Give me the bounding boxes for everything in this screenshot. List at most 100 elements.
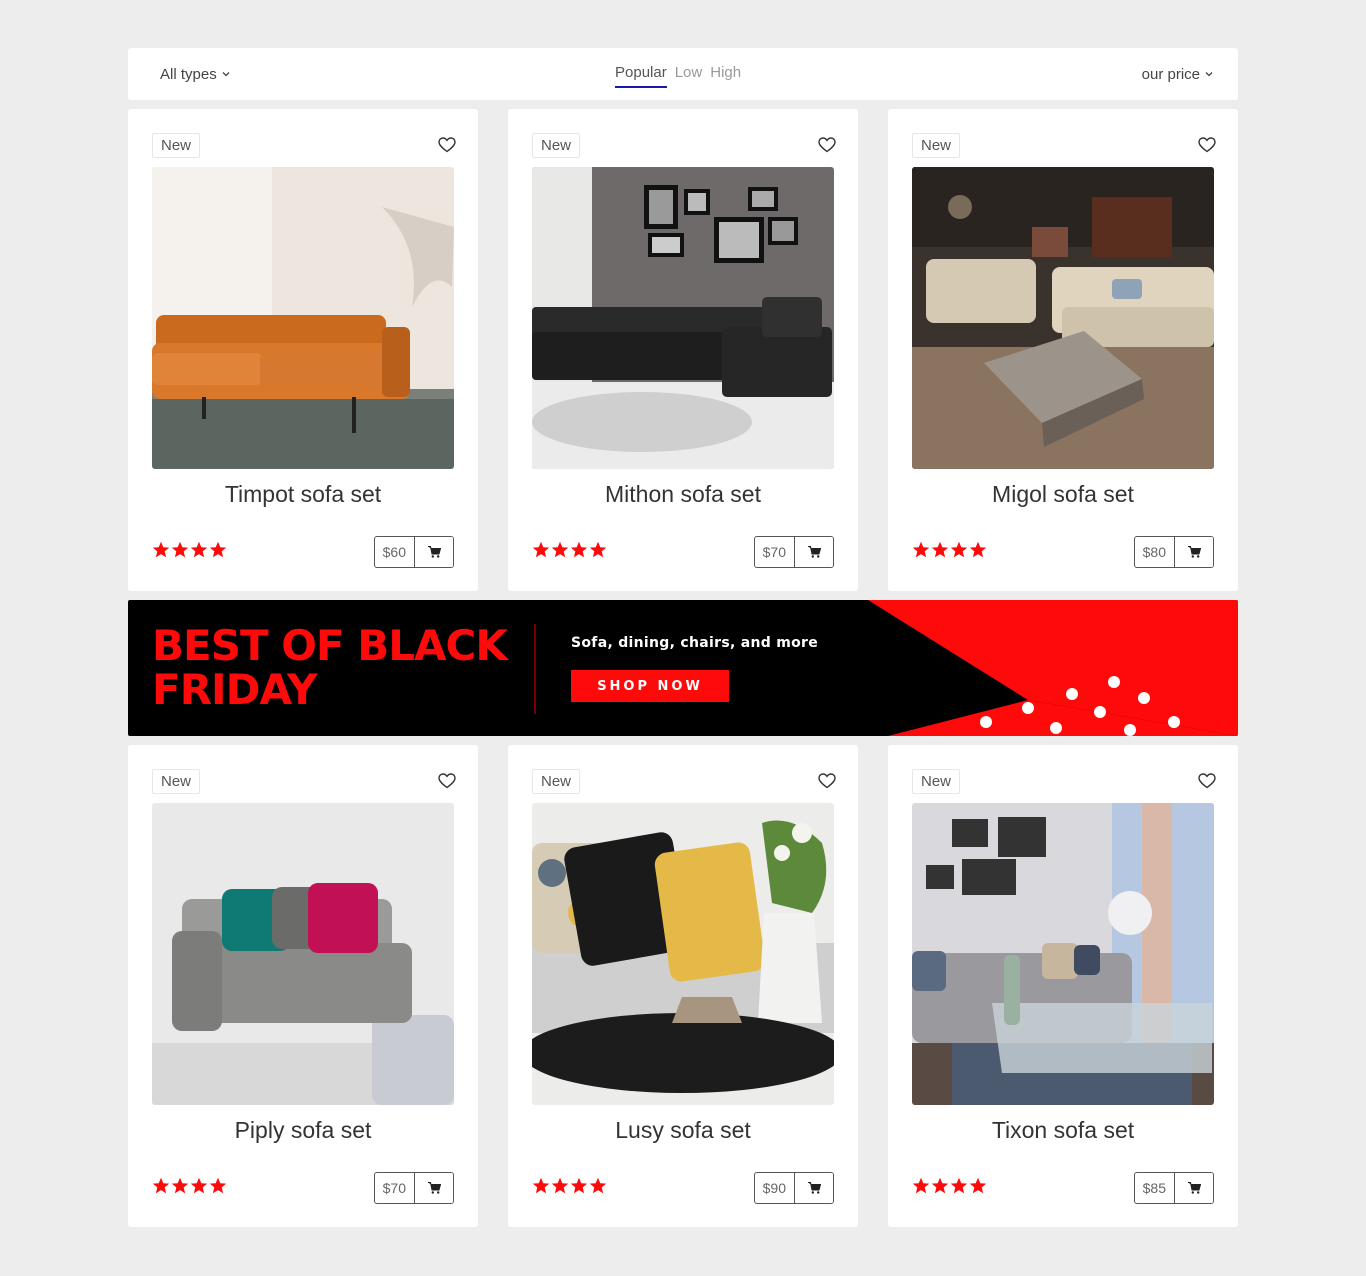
star-icon <box>209 541 227 558</box>
add-to-cart-button[interactable] <box>795 1173 833 1203</box>
banner-headline-line1: BEST OF BLACK <box>152 621 508 670</box>
star-icon <box>209 1177 227 1194</box>
price-cart-group: $90 <box>753 1172 834 1204</box>
product-image[interactable] <box>532 803 834 1105</box>
star-icon <box>589 1177 607 1194</box>
tab-popular[interactable]: Popular <box>615 64 667 88</box>
product-price: $70 <box>375 1173 415 1203</box>
star-icon <box>931 541 949 558</box>
cart-icon <box>1187 546 1201 558</box>
rating-stars <box>912 1177 987 1195</box>
new-badge: New <box>152 133 201 158</box>
rating-stars <box>152 1177 227 1195</box>
product-card[interactable]: New Lusy sofa set $90 <box>508 745 858 1227</box>
new-badge: New <box>912 133 961 158</box>
heart-icon[interactable] <box>818 137 836 153</box>
star-icon <box>950 541 968 558</box>
product-title[interactable]: Mithon sofa set <box>508 481 858 508</box>
price-filter-dropdown[interactable]: our price <box>1142 66 1214 83</box>
tab-low[interactable]: Low <box>675 64 703 88</box>
star-icon <box>171 541 189 558</box>
banner-divider <box>534 624 536 714</box>
star-icon <box>969 541 987 558</box>
rating-stars <box>912 541 987 559</box>
banner-headline-line2: FRIDAY <box>152 665 317 714</box>
heart-icon[interactable] <box>1198 137 1216 153</box>
star-icon <box>912 1177 930 1194</box>
product-price: $60 <box>375 537 415 567</box>
cart-icon <box>807 1182 821 1194</box>
banner-headline: BEST OF BLACK FRIDAY <box>152 624 512 712</box>
star-icon <box>171 1177 189 1194</box>
new-badge: New <box>532 769 581 794</box>
star-icon <box>950 1177 968 1194</box>
price-cart-group: $70 <box>373 1172 454 1204</box>
add-to-cart-button[interactable] <box>415 537 453 567</box>
product-listing: All types Popular Low High our price New <box>128 48 1238 1227</box>
product-card[interactable]: New <box>888 745 1238 1227</box>
product-title[interactable]: Lusy sofa set <box>508 1117 858 1144</box>
rating-stars <box>152 541 227 559</box>
type-filter-dropdown[interactable]: All types <box>160 66 231 83</box>
star-icon <box>589 541 607 558</box>
product-card[interactable]: New Timpot sofa set $60 <box>128 109 478 591</box>
product-image[interactable] <box>152 167 454 469</box>
product-title[interactable]: Migol sofa set <box>888 481 1238 508</box>
chevron-down-icon <box>1205 72 1213 77</box>
new-badge: New <box>532 133 581 158</box>
sort-tabs: Popular Low High <box>615 64 741 88</box>
star-icon <box>931 1177 949 1194</box>
heart-icon[interactable] <box>438 773 456 789</box>
type-filter-label: All types <box>160 65 217 83</box>
product-card[interactable]: New <box>508 109 858 591</box>
star-icon <box>570 1177 588 1194</box>
heart-icon[interactable] <box>438 137 456 153</box>
chevron-down-icon <box>222 72 230 77</box>
product-price: $90 <box>755 1173 795 1203</box>
heart-icon[interactable] <box>1198 773 1216 789</box>
product-image[interactable] <box>152 803 454 1105</box>
price-filter-label: our price <box>1141 65 1200 83</box>
star-icon <box>532 541 550 558</box>
cart-icon <box>427 546 441 558</box>
heart-icon[interactable] <box>818 773 836 789</box>
new-badge: New <box>912 769 961 794</box>
add-to-cart-button[interactable] <box>795 537 833 567</box>
product-image[interactable] <box>912 167 1214 469</box>
product-card[interactable]: New Migol sofa set $80 <box>888 109 1238 591</box>
rating-stars <box>532 1177 607 1195</box>
new-badge: New <box>152 769 201 794</box>
price-cart-group: $70 <box>753 536 834 568</box>
cart-icon <box>1187 1182 1201 1194</box>
product-title[interactable]: Timpot sofa set <box>128 481 478 508</box>
black-friday-banner[interactable]: BEST OF BLACK FRIDAY Sofa, dining, chair… <box>128 600 1238 736</box>
add-to-cart-button[interactable] <box>1175 1173 1213 1203</box>
product-title[interactable]: Tixon sofa set <box>888 1117 1238 1144</box>
star-icon <box>152 1177 170 1194</box>
star-icon <box>190 1177 208 1194</box>
rating-stars <box>532 541 607 559</box>
star-icon <box>190 541 208 558</box>
tab-high[interactable]: High <box>710 64 741 88</box>
star-icon <box>152 541 170 558</box>
shop-now-button[interactable]: SHOP NOW <box>571 670 729 702</box>
add-to-cart-button[interactable] <box>415 1173 453 1203</box>
star-icon <box>912 541 930 558</box>
banner-subtitle: Sofa, dining, chairs, and more <box>571 635 819 651</box>
add-to-cart-button[interactable] <box>1175 537 1213 567</box>
product-image[interactable] <box>912 803 1214 1105</box>
product-row-1: New Timpot sofa set $60 New Mithon sofa … <box>128 109 1238 591</box>
price-cart-group: $85 <box>1133 1172 1214 1204</box>
star-icon <box>551 1177 569 1194</box>
product-title[interactable]: Piply sofa set <box>128 1117 478 1144</box>
star-icon <box>532 1177 550 1194</box>
product-card[interactable]: New Piply sofa set $70 <box>128 745 478 1227</box>
product-row-2: New Piply sofa set $70 New Lusy sofa set… <box>128 745 1238 1227</box>
product-image[interactable] <box>532 167 834 469</box>
star-icon <box>969 1177 987 1194</box>
price-cart-group: $80 <box>1133 536 1214 568</box>
product-price: $70 <box>755 537 795 567</box>
star-icon <box>570 541 588 558</box>
cart-icon <box>807 546 821 558</box>
star-icon <box>551 541 569 558</box>
